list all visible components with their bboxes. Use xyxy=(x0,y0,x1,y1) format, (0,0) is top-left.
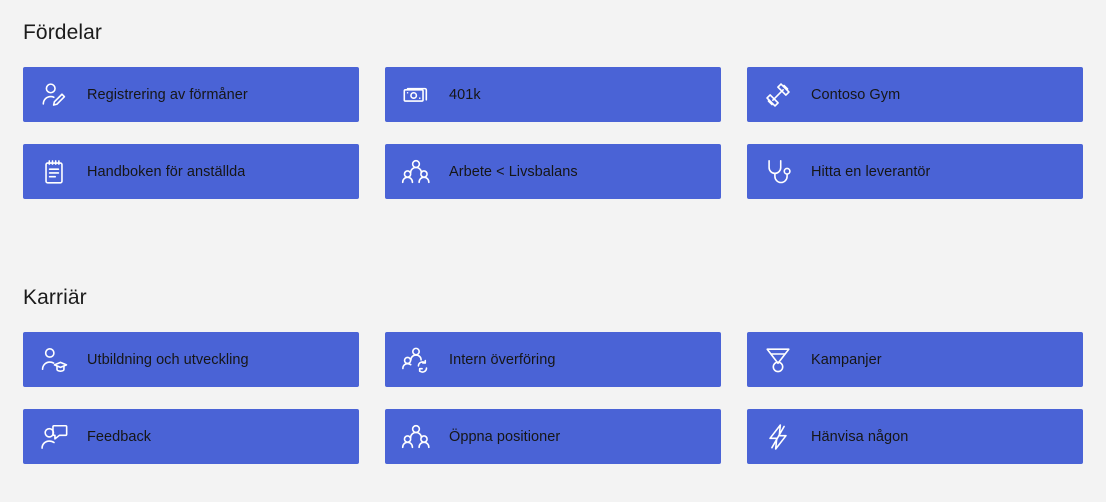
dumbbell-icon xyxy=(761,78,795,112)
tile-label: Handboken för anställda xyxy=(87,163,246,180)
banknote-icon xyxy=(399,78,433,112)
section-heading-career: Karriär xyxy=(23,286,87,309)
medal-icon xyxy=(761,343,795,377)
tile-label: Feedback xyxy=(87,428,152,445)
notepad-icon xyxy=(37,155,71,189)
tile-registrering-av-formaner[interactable]: Registrering av förmåner xyxy=(23,67,359,122)
person-edit-icon xyxy=(37,78,71,112)
tile-label: Intern överföring xyxy=(449,351,556,368)
tile-label: Öppna positioner xyxy=(449,428,561,445)
tile-utbildning-och-utveckling[interactable]: Utbildning och utveckling xyxy=(23,332,359,387)
lightning-bolt-icon xyxy=(761,420,795,454)
tile-hitta-en-leverantor[interactable]: Hitta en leverantör xyxy=(747,144,1083,199)
person-feedback-icon xyxy=(37,420,71,454)
tile-grid-career: Utbildning och utveckling Intern överför… xyxy=(23,332,1083,464)
tile-oppna-positioner[interactable]: Öppna positioner xyxy=(385,409,721,464)
people-sync-icon xyxy=(399,343,433,377)
employee-hub-page: Fördelar Registrering av förmåner 401k C… xyxy=(0,0,1106,502)
tile-grid-benefits: Registrering av förmåner 401k Contoso Gy… xyxy=(23,67,1083,199)
section-benefits: Fördelar Registrering av förmåner 401k C… xyxy=(23,20,1083,199)
section-career: Karriär Utbildning och utveckling Intern… xyxy=(23,285,1083,464)
tile-handboken-for-anstallda[interactable]: Handboken för anställda xyxy=(23,144,359,199)
tile-label: Kampanjer xyxy=(811,351,882,368)
person-graduation-icon xyxy=(37,343,71,377)
tile-label: Hitta en leverantör xyxy=(811,163,931,180)
tile-label: Registrering av förmåner xyxy=(87,86,248,103)
tile-label: Hänvisa någon xyxy=(811,428,909,445)
tile-contoso-gym[interactable]: Contoso Gym xyxy=(747,67,1083,122)
people-group-icon xyxy=(399,420,433,454)
tile-label: Utbildning och utveckling xyxy=(87,351,249,368)
tile-feedback[interactable]: Feedback xyxy=(23,409,359,464)
section-heading-benefits: Fördelar xyxy=(23,21,102,44)
tile-arbete-livsbalans[interactable]: Arbete < Livsbalans xyxy=(385,144,721,199)
tile-intern-overforing[interactable]: Intern överföring xyxy=(385,332,721,387)
tile-kampanjer[interactable]: Kampanjer xyxy=(747,332,1083,387)
stethoscope-icon xyxy=(761,155,795,189)
tile-401k[interactable]: 401k xyxy=(385,67,721,122)
tile-label: 401k xyxy=(449,86,481,103)
people-group-icon xyxy=(399,155,433,189)
tile-label: Contoso Gym xyxy=(811,86,901,103)
tile-label: Arbete < Livsbalans xyxy=(449,163,578,180)
tile-hanvisa-nagon[interactable]: Hänvisa någon xyxy=(747,409,1083,464)
